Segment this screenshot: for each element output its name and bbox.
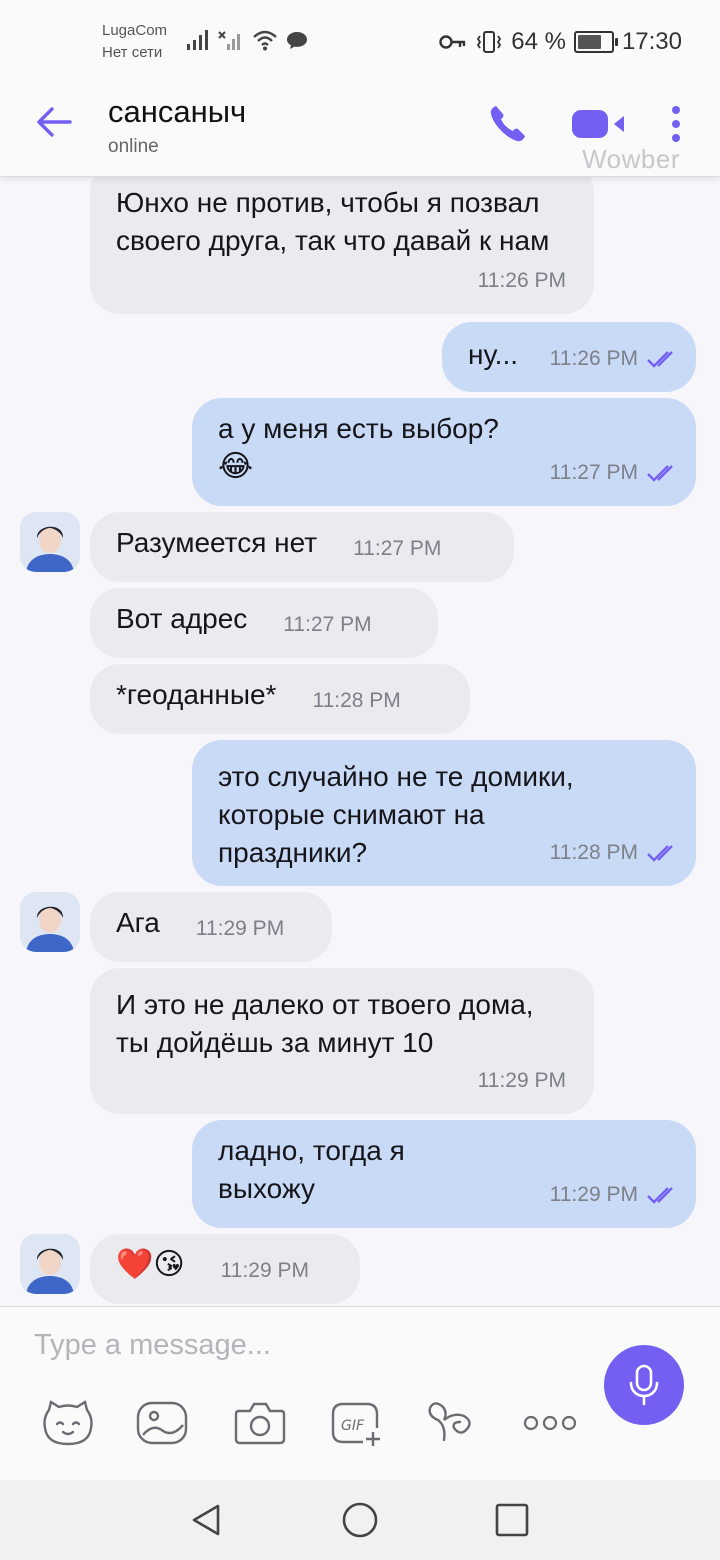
incoming-message[interactable]: Вот адрес 11:27 PM [90, 588, 438, 658]
triangle-back-icon [192, 1504, 220, 1536]
message-time: 11:28 PM [549, 841, 638, 864]
read-ticks-icon [647, 1187, 673, 1204]
incoming-message[interactable]: Ага 11:29 PM [90, 892, 332, 962]
incoming-message[interactable]: И это не далеко от твоего дома, ты дойдё… [90, 968, 594, 1114]
camera-button[interactable] [232, 1395, 288, 1451]
gallery-icon [136, 1401, 188, 1445]
call-button[interactable] [486, 102, 530, 146]
sticker-button[interactable] [40, 1395, 96, 1451]
message-text: а у меня есть выбор? [218, 413, 499, 444]
message-text: Разумеется нет [116, 527, 318, 558]
doodle-icon [428, 1402, 471, 1442]
voice-message-button[interactable] [604, 1345, 684, 1425]
message-text: Ага [116, 907, 160, 938]
clock: 17:30 [621, 28, 682, 55]
back-button[interactable] [30, 98, 78, 146]
message-text: ладно, тогда я выхожу [218, 1135, 413, 1204]
message-text: И это не далеко от твоего дома, ты дойдё… [116, 989, 542, 1058]
message-input[interactable]: Type a message... [34, 1329, 271, 1362]
carrier-name: LugaCom [102, 22, 168, 39]
svg-text:GIF: GIF [341, 1418, 365, 1434]
more-horizontal-icon [523, 1415, 577, 1431]
message-time: 11:29 PM [477, 1069, 566, 1092]
outgoing-message[interactable]: это случайно не те домики, которые снима… [192, 740, 696, 886]
watermark: Wowber [582, 144, 680, 174]
nav-back-button[interactable] [186, 1500, 226, 1540]
message-time: 11:28 PM [312, 688, 401, 712]
sticker-face-icon [43, 1400, 93, 1446]
message-text: Вот адрес [116, 603, 248, 634]
camera-icon [234, 1402, 286, 1445]
read-ticks-icon [647, 351, 673, 368]
more-vertical-icon [672, 106, 680, 142]
signal-icons [186, 26, 308, 54]
chat-header: сансаныч online Wowber [0, 72, 720, 177]
message-time: 11:29 PM [549, 1183, 638, 1206]
battery-icon [573, 31, 618, 53]
message-time: 11:29 PM [220, 1258, 309, 1282]
doodle-button[interactable] [424, 1395, 480, 1451]
message-time: 11:26 PM [549, 347, 638, 370]
message-list[interactable]: Юнхо не против, чтобы я позвал своего др… [0, 176, 720, 1306]
contact-avatar[interactable] [20, 512, 80, 572]
outgoing-message[interactable]: ну... 11:26 PM [442, 322, 696, 392]
contact-status: online [108, 136, 159, 157]
contact-avatar[interactable] [20, 892, 80, 952]
battery-percent: 64 % [511, 28, 566, 55]
read-ticks-icon [647, 845, 673, 862]
incoming-message[interactable]: Разумеется нет 11:27 PM [90, 512, 514, 582]
message-meta: 11:26 PM [550, 340, 678, 378]
microphone-icon [629, 1364, 659, 1406]
message-time: 11:27 PM [549, 461, 638, 484]
nav-recents-button[interactable] [492, 1500, 532, 1540]
message-text: ❤️😘 [116, 1248, 185, 1281]
read-ticks-icon [647, 465, 673, 482]
outgoing-message[interactable]: ладно, тогда я выхожу 11:29 PM [192, 1120, 696, 1228]
message-notification-icon [287, 32, 307, 49]
avatar-image [20, 1234, 80, 1294]
gallery-button[interactable] [134, 1395, 190, 1451]
wifi-icon [253, 30, 277, 51]
back-arrow-icon [37, 107, 72, 137]
gif-button[interactable]: GIF [328, 1395, 384, 1451]
status-bar: LugaCom Нет сети 64 % 17:30 [0, 0, 720, 72]
message-time: 11:29 PM [195, 916, 285, 940]
square-recents-icon [495, 1503, 529, 1537]
message-meta: 11:27 PM [550, 454, 678, 492]
video-camera-icon [572, 110, 624, 138]
contact-avatar[interactable] [20, 1234, 80, 1294]
circle-home-icon [342, 1502, 378, 1538]
avatar-image [20, 892, 80, 952]
status-right: 64 % 17:30 [439, 26, 682, 58]
nav-home-button[interactable] [340, 1500, 380, 1540]
video-call-button[interactable] [570, 106, 628, 142]
more-tools-button[interactable] [522, 1395, 578, 1451]
signal-icon [187, 30, 208, 50]
phone-icon [490, 106, 525, 142]
message-time: 11:27 PM [353, 536, 442, 560]
message-time: 11:26 PM [477, 269, 566, 292]
incoming-message[interactable]: Юнхо не против, чтобы я позвал своего др… [90, 176, 594, 314]
carrier-info: LugaCom Нет сети [102, 20, 167, 64]
contact-name[interactable]: сансаныч [108, 94, 246, 130]
incoming-message[interactable]: ❤️😘 11:29 PM [90, 1234, 360, 1304]
outgoing-message[interactable]: а у меня есть выбор? 😂 11:27 PM [192, 398, 696, 506]
message-time: 11:27 PM [283, 612, 372, 636]
vibrate-icon [477, 31, 502, 53]
more-options-button[interactable] [664, 102, 688, 146]
message-text: *геоданные* [116, 679, 277, 710]
key-icon [439, 35, 466, 49]
system-navigation-bar [0, 1480, 720, 1560]
message-composer: Type a message... GIF [0, 1306, 720, 1481]
message-meta: 11:29 PM [550, 1176, 678, 1214]
no-signal-icon [218, 31, 240, 50]
message-meta: 11:28 PM [550, 834, 678, 872]
network-status: Нет сети [102, 44, 163, 61]
avatar-image [20, 512, 80, 572]
gif-icon: GIF [331, 1402, 380, 1446]
incoming-message[interactable]: *геоданные* 11:28 PM [90, 664, 470, 734]
message-text: Юнхо не против, чтобы я позвал своего др… [116, 187, 550, 256]
